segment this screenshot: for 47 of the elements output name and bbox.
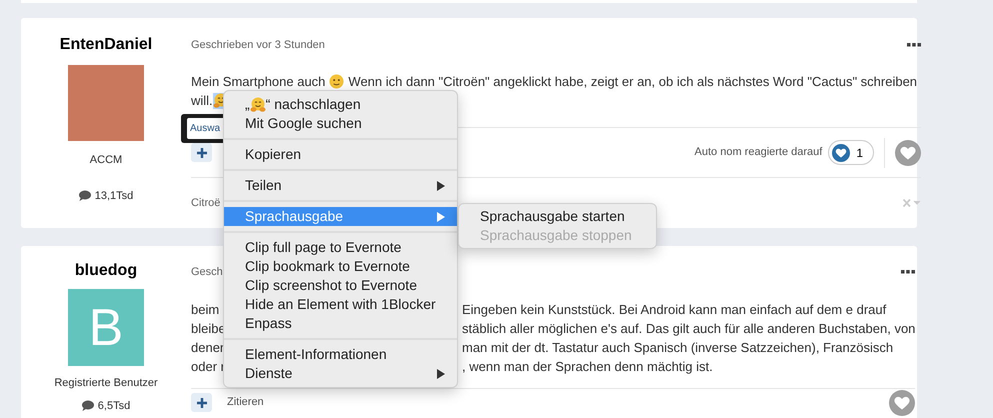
menu-item[interactable]: Kopieren xyxy=(224,145,457,164)
menu-item[interactable]: Teilen xyxy=(224,176,457,195)
menu-item[interactable]: Clip screenshot to Evernote xyxy=(224,276,457,295)
author-name[interactable]: bluedog xyxy=(74,261,138,281)
submenu-arrow-icon xyxy=(437,368,445,378)
menu-item[interactable]: Clip full page to Evernote xyxy=(224,238,457,257)
more-options-icon[interactable] xyxy=(901,270,916,274)
quote-link[interactable]: Zitieren xyxy=(227,394,264,411)
menu-item[interactable]: „ “ nachschlagen xyxy=(224,95,457,114)
plus-icon xyxy=(196,148,206,158)
add-button[interactable] xyxy=(191,393,212,412)
menu-item[interactable]: Sprachausgabe starten xyxy=(459,207,656,226)
member-rank: Registrierte Benutzer xyxy=(54,376,158,391)
reaction-summary: Auto nom reagierte darauf xyxy=(694,145,822,160)
more-options-icon[interactable] xyxy=(907,43,922,47)
reaction-badge[interactable]: 1 xyxy=(828,140,874,165)
comment-icon xyxy=(82,400,94,412)
post-text: stäblich aller möglichen e's auf. Das gilt auch für alle anderen Buchstaben, von xyxy=(462,320,916,338)
comment-icon xyxy=(78,190,91,202)
post-text: dener xyxy=(191,340,224,355)
post-count: 13,1Tsd xyxy=(94,188,134,204)
post-text: Eingeben kein Kunststück. Bei Android kann man einfach auf dem e drauf xyxy=(462,301,886,319)
post-text: Mein Smartphone auch xyxy=(191,73,326,91)
menu-item[interactable]: Element-Informationen xyxy=(224,345,457,364)
add-button[interactable] xyxy=(191,143,212,162)
menu-item[interactable]: Clip bookmark to Evernote xyxy=(224,257,457,276)
post-date: Geschrieben vor 3 Stunden xyxy=(191,38,325,53)
hugging-face-icon xyxy=(250,96,266,112)
author-name[interactable]: EntenDaniel xyxy=(60,35,152,55)
post-text: man mit der dt. Tastatur auch Spanisch (inverse Satzzeichen), Französisch xyxy=(462,339,894,357)
letter-avatar: B xyxy=(68,289,144,366)
post-text: Wenn ich dann "Citroën" angeklickt habe, zeigt er an, ob ich als nächstes Word "Cactus" schreiben xyxy=(348,73,918,91)
plus-icon xyxy=(196,398,206,408)
menu-item[interactable]: Hide an Element with 1Blocker xyxy=(224,295,457,314)
post-date: Gesch xyxy=(191,264,223,280)
footer-text: Citroë xyxy=(191,196,220,211)
submenu-arrow-icon xyxy=(437,212,445,222)
post-text: will. xyxy=(191,92,213,110)
post-text: , wenn man der Sprachen denn mächtig ist. xyxy=(462,358,713,376)
post-count: 6,5Tsd xyxy=(98,398,130,414)
menu-item[interactable]: Mit Google suchen xyxy=(224,114,457,133)
post-text: beim xyxy=(191,302,220,317)
smiling-face-icon xyxy=(329,74,344,89)
member-rank: ACCM xyxy=(90,153,122,168)
submenu-arrow-icon xyxy=(437,180,445,190)
menu-item[interactable]: Dienste xyxy=(224,364,457,383)
menu-item[interactable]: Enpass xyxy=(224,314,457,333)
